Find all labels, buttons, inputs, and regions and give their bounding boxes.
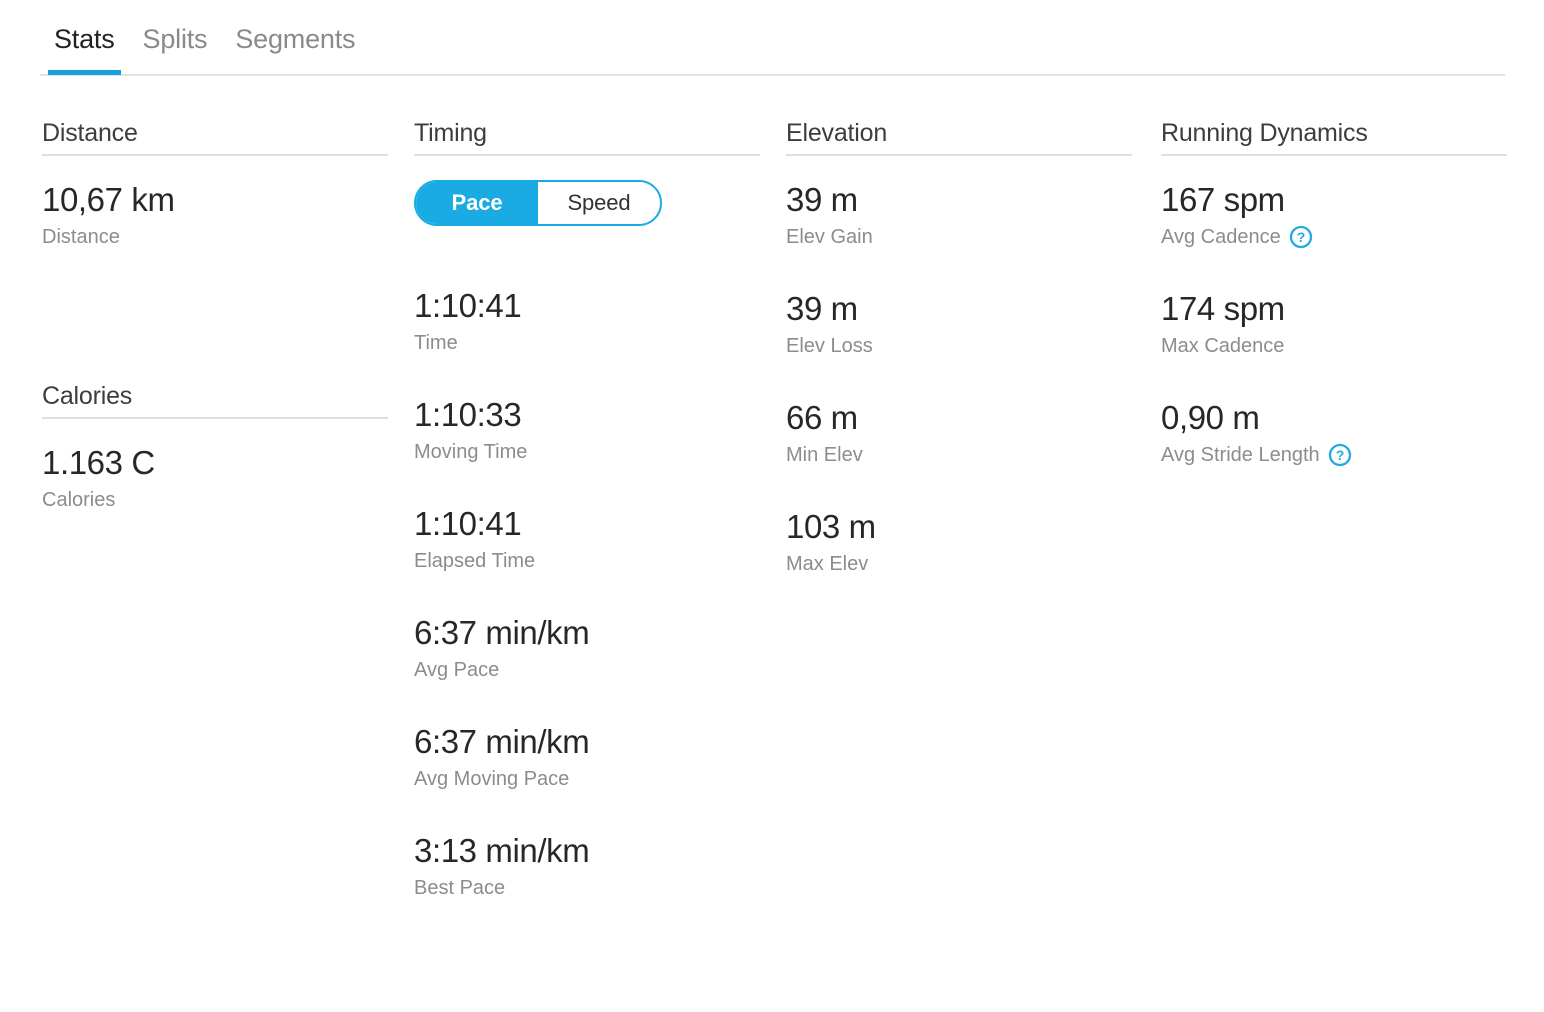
stat-calories-label: Calories	[42, 488, 388, 512]
stat-avg-cadence-label-text: Avg Cadence	[1161, 225, 1281, 249]
stat-min-elev-value: 66 m	[786, 400, 1132, 437]
toggle-option-speed[interactable]: Speed	[538, 182, 660, 224]
stat-best-pace-value: 3:13 min/km	[414, 833, 760, 870]
stat-max-elev-label-text: Max Elev	[786, 552, 868, 576]
group-title-timing: Timing	[414, 118, 760, 156]
group-distance: Distance 10,67 km Distance	[42, 118, 388, 249]
group-calories: Calories 1.163 C Calories	[42, 381, 388, 512]
svg-text:?: ?	[1296, 229, 1305, 245]
stat-max-cadence: 174 spm Max Cadence	[1161, 291, 1507, 358]
toggle-option-pace[interactable]: Pace	[416, 182, 538, 224]
stat-min-elev-label: Min Elev	[786, 443, 1132, 467]
stat-distance-value: 10,67 km	[42, 182, 388, 219]
tab-segments[interactable]: Segments	[221, 22, 369, 73]
stat-best-pace: 3:13 min/km Best Pace	[414, 833, 760, 900]
stat-calories: 1.163 C Calories	[42, 445, 388, 512]
stat-best-pace-label: Best Pace	[414, 876, 760, 900]
stat-avg-pace-value: 6:37 min/km	[414, 615, 760, 652]
stat-moving-time: 1:10:33 Moving Time	[414, 397, 760, 464]
stat-avg-moving-pace-label: Avg Moving Pace	[414, 767, 760, 791]
tab-stats[interactable]: Stats	[40, 22, 129, 73]
stat-best-pace-label-text: Best Pace	[414, 876, 505, 900]
stat-calories-label-text: Calories	[42, 488, 115, 512]
group-title-running-dynamics: Running Dynamics	[1161, 118, 1507, 156]
stat-elapsed-time-label: Elapsed Time	[414, 549, 760, 573]
stat-elev-gain-label-text: Elev Gain	[786, 225, 873, 249]
stat-elev-gain-label: Elev Gain	[786, 225, 1132, 249]
stat-avg-pace-label-text: Avg Pace	[414, 658, 499, 682]
stat-time: 1:10:41 Time	[414, 288, 760, 355]
tab-segments-label: Segments	[235, 24, 355, 54]
stat-elev-loss: 39 m Elev Loss	[786, 291, 1132, 358]
tab-splits[interactable]: Splits	[129, 22, 222, 73]
stat-elapsed-time-label-text: Elapsed Time	[414, 549, 535, 573]
stat-avg-moving-pace-value: 6:37 min/km	[414, 724, 760, 761]
stat-moving-time-value: 1:10:33	[414, 397, 760, 434]
activity-stats-page: Stats Splits Segments Distance 10,67 km …	[0, 0, 1544, 1012]
group-title-elevation: Elevation	[786, 118, 1132, 156]
pace-speed-toggle[interactable]: Pace Speed	[414, 180, 662, 226]
spacer	[42, 249, 388, 381]
stat-min-elev-label-text: Min Elev	[786, 443, 863, 467]
stat-distance: 10,67 km Distance	[42, 182, 388, 249]
stat-elev-loss-label: Elev Loss	[786, 334, 1132, 358]
stat-time-value: 1:10:41	[414, 288, 760, 325]
stat-time-label: Time	[414, 331, 760, 355]
stat-distance-label: Distance	[42, 225, 388, 249]
stat-avg-stride-length: 0,90 m Avg Stride Length ?	[1161, 400, 1507, 467]
stat-avg-stride-length-value: 0,90 m	[1161, 400, 1507, 437]
stat-elev-loss-value: 39 m	[786, 291, 1132, 328]
stat-max-elev-label: Max Elev	[786, 552, 1132, 576]
stat-moving-time-label: Moving Time	[414, 440, 760, 464]
group-title-calories: Calories	[42, 381, 388, 419]
stat-avg-cadence: 167 spm Avg Cadence ?	[1161, 182, 1507, 249]
stat-max-elev: 103 m Max Elev	[786, 509, 1132, 576]
stat-avg-cadence-label: Avg Cadence ?	[1161, 225, 1507, 249]
svg-text:?: ?	[1335, 447, 1344, 463]
stat-elapsed-time-value: 1:10:41	[414, 506, 760, 543]
stat-distance-label-text: Distance	[42, 225, 120, 249]
column-running-dynamics: Running Dynamics 167 spm Avg Cadence ? 1…	[1161, 118, 1507, 467]
column-distance-calories: Distance 10,67 km Distance Calories 1.16…	[42, 118, 388, 512]
stat-max-cadence-label-text: Max Cadence	[1161, 334, 1284, 358]
tab-bar: Stats Splits Segments	[40, 22, 1505, 76]
toggle-option-pace-label: Pace	[452, 192, 503, 214]
stat-max-cadence-value: 174 spm	[1161, 291, 1507, 328]
stat-avg-moving-pace-label-text: Avg Moving Pace	[414, 767, 569, 791]
group-title-distance: Distance	[42, 118, 388, 156]
tab-splits-label: Splits	[143, 24, 208, 54]
stat-moving-time-label-text: Moving Time	[414, 440, 527, 464]
stat-avg-stride-length-label-text: Avg Stride Length	[1161, 443, 1320, 467]
stat-avg-pace: 6:37 min/km Avg Pace	[414, 615, 760, 682]
stat-elapsed-time: 1:10:41 Elapsed Time	[414, 506, 760, 573]
stat-avg-moving-pace: 6:37 min/km Avg Moving Pace	[414, 724, 760, 791]
help-circle-icon[interactable]: ?	[1289, 225, 1313, 249]
stat-max-elev-value: 103 m	[786, 509, 1132, 546]
toggle-option-speed-label: Speed	[567, 192, 630, 214]
stat-elev-gain: 39 m Elev Gain	[786, 182, 1132, 249]
stat-avg-stride-length-label: Avg Stride Length ?	[1161, 443, 1507, 467]
stat-max-cadence-label: Max Cadence	[1161, 334, 1507, 358]
stat-elev-gain-value: 39 m	[786, 182, 1132, 219]
stat-time-label-text: Time	[414, 331, 458, 355]
help-circle-icon[interactable]: ?	[1328, 443, 1352, 467]
stat-min-elev: 66 m Min Elev	[786, 400, 1132, 467]
tab-stats-label: Stats	[54, 24, 115, 54]
column-timing: Timing Pace Speed 1:10:41 Time 1:10:33 M…	[414, 118, 760, 900]
stat-calories-value: 1.163 C	[42, 445, 388, 482]
stat-avg-cadence-value: 167 spm	[1161, 182, 1507, 219]
stat-elev-loss-label-text: Elev Loss	[786, 334, 873, 358]
column-elevation: Elevation 39 m Elev Gain 39 m Elev Loss …	[786, 118, 1132, 576]
stat-avg-pace-label: Avg Pace	[414, 658, 760, 682]
